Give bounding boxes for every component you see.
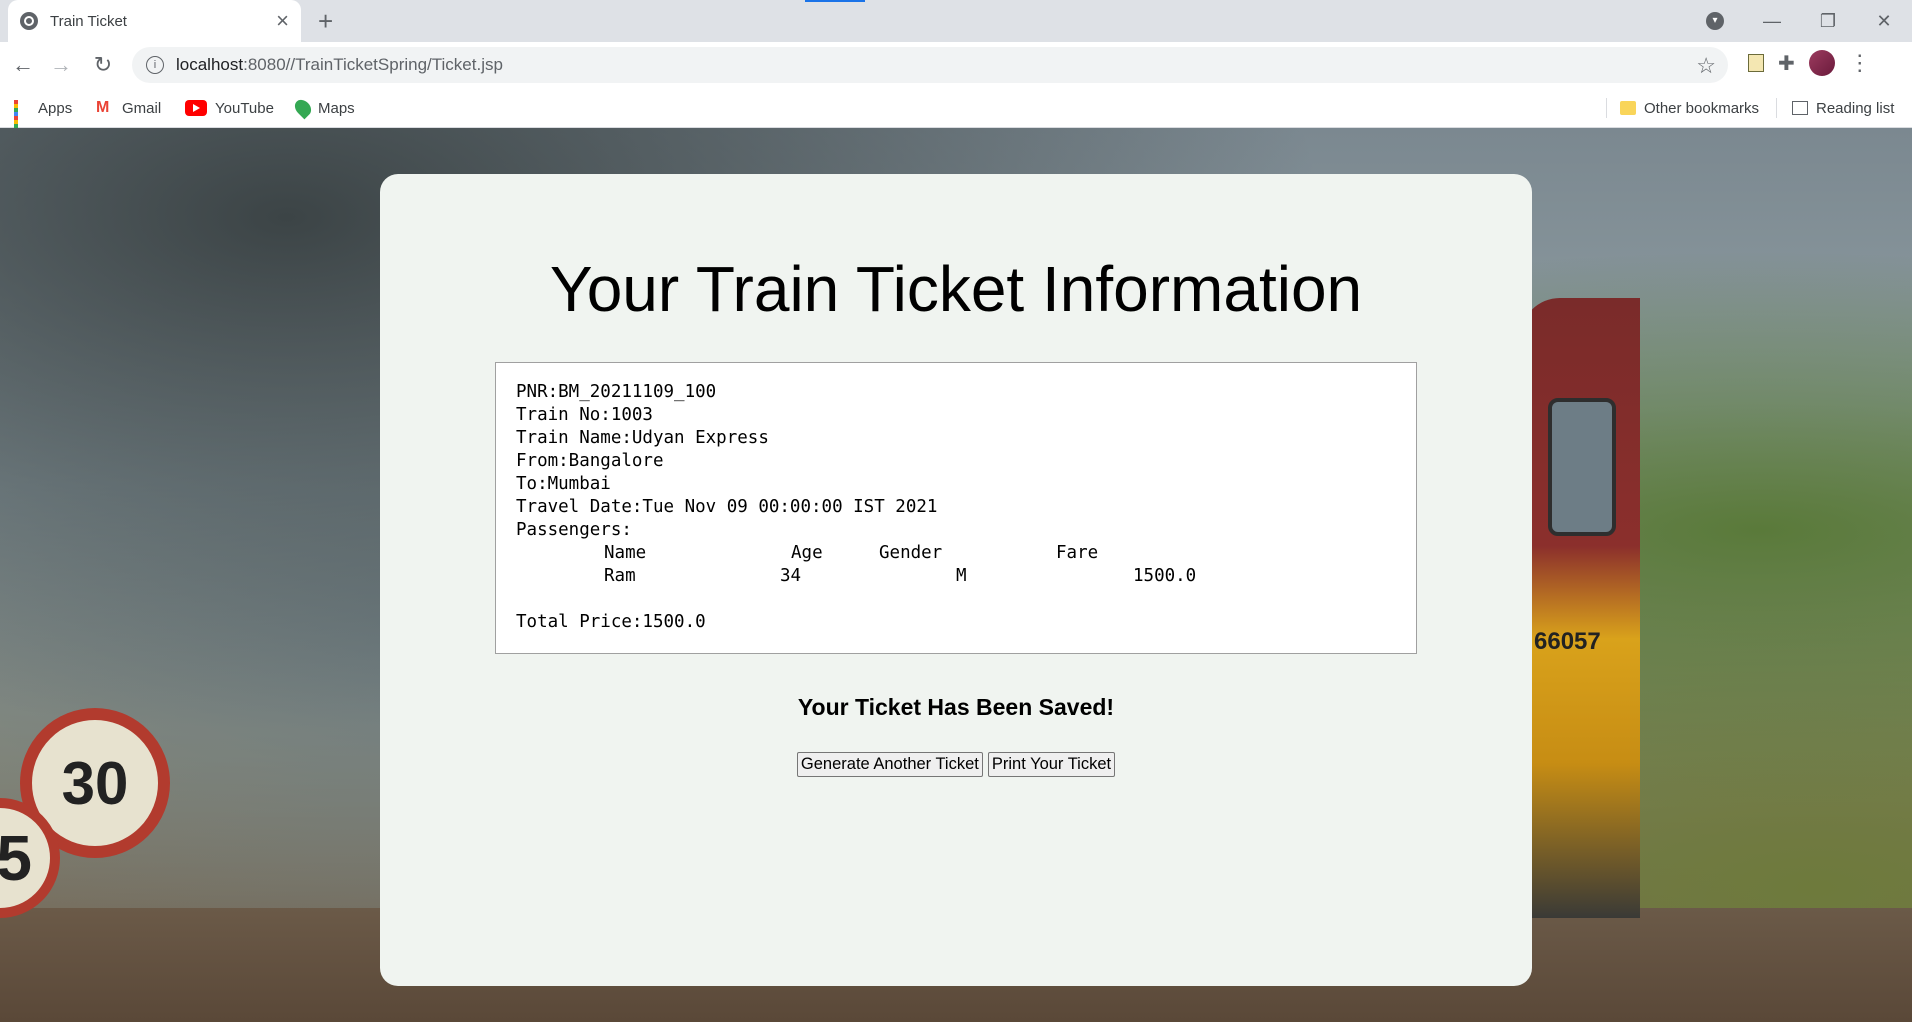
other-bookmarks[interactable]: Other bookmarks — [1620, 88, 1759, 128]
window-controls: — ❐ ✕ — [1744, 0, 1912, 42]
new-tab-icon[interactable]: + — [318, 6, 333, 37]
bookmark-star-icon[interactable]: ☆ — [1696, 53, 1716, 79]
bookmarks-divider — [1776, 98, 1777, 118]
passenger-age: 34 — [780, 566, 802, 586]
page-title: Your Train Ticket Information — [549, 253, 1363, 325]
col-age: Age — [791, 543, 823, 563]
ticket-pnr: PNR:BM_20211109_100 — [516, 382, 717, 402]
tab-search-icon[interactable]: ▾ — [1706, 12, 1724, 30]
passenger-header-row: Name Age Gender Fare — [516, 542, 1396, 565]
ticket-card: Your Train Ticket Information PNR:BM_202… — [380, 174, 1532, 986]
apps-grid-icon — [14, 100, 30, 136]
browser-tab-bar: Train Ticket × + ▾ — ❐ ✕ — [0, 0, 1912, 42]
ticket-to: To:Mumbai — [516, 474, 611, 494]
action-buttons: Generate Another Ticket Print Your Ticke… — [380, 752, 1532, 777]
ticket-train-name: Train Name:Udyan Express — [516, 428, 769, 448]
more-menu-icon[interactable]: ⋮ — [1849, 50, 1871, 76]
col-fare: Fare — [1056, 543, 1099, 563]
passenger-name: Ram — [604, 566, 636, 586]
browser-tab[interactable]: Train Ticket × — [8, 0, 301, 42]
restore-icon[interactable]: ❐ — [1800, 11, 1856, 32]
close-tab-icon[interactable]: × — [276, 10, 289, 32]
page-viewport: 66057 30 5 Your Train Ticket Information… — [0, 128, 1912, 1022]
folder-icon — [1620, 101, 1636, 115]
background-train-window — [1548, 398, 1616, 536]
bookmark-apps[interactable]: Apps — [14, 88, 73, 136]
youtube-icon — [185, 100, 207, 116]
close-window-icon[interactable]: ✕ — [1856, 11, 1912, 32]
reload-icon[interactable]: ↻ — [88, 50, 118, 80]
ticket-details: PNR:BM_20211109_100 Train No:1003 Train Na… — [495, 362, 1417, 654]
maps-pin-icon — [291, 96, 315, 120]
tab-strip-indicator — [805, 0, 865, 2]
extensions-puzzle-icon[interactable]: ✚ — [1778, 51, 1795, 76]
extension-area: ✚ ⋮ — [1748, 50, 1871, 76]
back-icon[interactable]: ← — [8, 50, 38, 80]
bookmark-label: YouTube — [215, 99, 274, 117]
saved-message: Your Ticket Has Been Saved! — [797, 694, 1115, 720]
background-train — [1520, 298, 1640, 918]
profile-avatar[interactable] — [1808, 50, 1835, 76]
bookmarks-bar: Apps M Gmail YouTube Maps Other bookmark… — [0, 88, 1912, 136]
bookmark-maps[interactable]: Maps — [291, 88, 355, 128]
passenger-fare: 1500.0 — [1133, 566, 1197, 586]
minimize-icon[interactable]: — — [1744, 11, 1800, 32]
bookmark-label: Apps — [38, 99, 73, 117]
sheet-extension-icon[interactable] — [1748, 54, 1764, 72]
globe-icon — [20, 12, 38, 30]
print-ticket-button[interactable]: Print Your Ticket — [987, 752, 1116, 777]
reading-list-label: Reading list — [1816, 99, 1895, 117]
forward-icon[interactable]: → — [46, 50, 76, 80]
tab-title: Train Ticket — [50, 12, 127, 30]
ticket-total-price: Total Price:1500.0 — [516, 612, 706, 632]
other-bookmarks-label: Other bookmarks — [1644, 99, 1760, 117]
ticket-travel-date: Travel Date:Tue Nov 09 00:00:00 IST 2021 — [516, 497, 938, 517]
ticket-train-no: Train No:1003 — [516, 405, 653, 425]
passenger-gender: M — [956, 566, 967, 586]
bookmarks-divider — [1606, 98, 1607, 118]
bookmark-label: Maps — [318, 99, 355, 117]
reading-list[interactable]: Reading list — [1792, 88, 1894, 128]
bookmark-youtube[interactable]: YouTube — [185, 88, 274, 128]
url-path: :8080//TrainTicketSpring/Ticket.jsp — [243, 55, 503, 74]
site-info-icon[interactable]: i — [146, 56, 164, 74]
generate-another-ticket-button[interactable]: Generate Another Ticket — [796, 752, 983, 777]
passenger-row: Ram 34 M 1500.0 — [516, 565, 1396, 588]
bookmark-gmail[interactable]: M Gmail — [96, 88, 161, 128]
ticket-passengers-label: Passengers: — [516, 520, 632, 540]
bookmark-label: Gmail — [122, 99, 162, 117]
url-host: localhost — [176, 55, 244, 74]
background-train-number: 66057 — [1534, 628, 1601, 655]
col-gender: Gender — [879, 543, 943, 563]
gmail-icon: M — [96, 99, 110, 116]
browser-toolbar: ← → ↻ i localhost:8080//TrainTicketSprin… — [0, 42, 1912, 88]
reading-list-icon — [1792, 101, 1808, 115]
address-bar[interactable]: i localhost:8080//TrainTicketSpring/Tick… — [132, 47, 1728, 83]
col-name: Name — [604, 543, 647, 563]
ticket-from: From:Bangalore — [516, 451, 664, 471]
